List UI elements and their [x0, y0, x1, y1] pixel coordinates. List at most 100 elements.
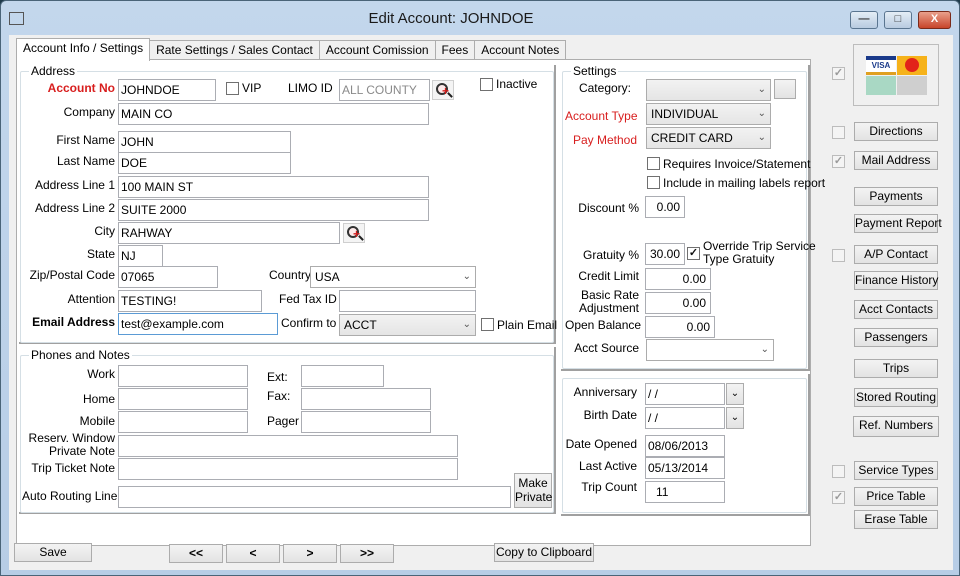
tab-account-commission[interactable]: Account Comission	[318, 40, 436, 60]
trip-count-input[interactable]: 11	[645, 481, 725, 503]
basic-rate-adjustment-input[interactable]: 0.00	[645, 292, 711, 314]
tab-account-info[interactable]: Account Info / Settings	[16, 38, 151, 61]
date-opened-input[interactable]: 08/06/2013	[645, 435, 725, 457]
email-input[interactable]: test@example.com	[118, 313, 278, 335]
account-no-input[interactable]: JOHNDOE	[118, 79, 216, 101]
gratuity-input[interactable]: 30.00	[645, 243, 685, 265]
acct-source-label: Acct Source	[574, 341, 639, 355]
limo-id-input[interactable]: ALL COUNTY	[339, 79, 430, 101]
pay-method-select[interactable]: CREDIT CARD ⌄	[646, 127, 771, 149]
anniversary-input[interactable]: / /	[645, 383, 725, 405]
first-record-button[interactable]: <<	[169, 544, 223, 563]
city-input[interactable]: RAHWAY	[118, 222, 340, 244]
make-private-button[interactable]: Make Private	[514, 473, 552, 508]
open-balance-input[interactable]: 0.00	[645, 316, 715, 338]
finance-history-button[interactable]: Finance History	[854, 271, 938, 290]
edit-account-window: Edit Account: JOHNDOE — □ X Account Info…	[0, 0, 960, 576]
first-name-input[interactable]: JOHN	[118, 131, 291, 153]
passengers-button[interactable]: Passengers	[854, 328, 938, 347]
inactive-label: Inactive	[496, 77, 538, 91]
ap-contact-button[interactable]: A/P Contact	[854, 245, 938, 264]
copy-to-clipboard-button[interactable]: Copy to Clipboard	[494, 543, 594, 562]
payment-report-button[interactable]: Payment Report	[854, 214, 942, 233]
address-line1-input[interactable]: 100 MAIN ST	[118, 176, 429, 198]
pager-input[interactable]	[301, 411, 431, 433]
state-input[interactable]: NJ	[118, 245, 163, 267]
attention-label: Attention	[67, 292, 115, 306]
mail-address-button[interactable]: Mail Address	[854, 151, 938, 170]
acct-source-select[interactable]: ⌄	[646, 339, 774, 361]
category-extra-button[interactable]	[774, 79, 796, 99]
title-bar[interactable]: Edit Account: JOHNDOE — □ X	[1, 1, 959, 35]
credit-limit-input[interactable]: 0.00	[645, 268, 711, 290]
birth-date-input[interactable]: / /	[645, 407, 725, 429]
close-button[interactable]: X	[918, 11, 951, 29]
price-table-button[interactable]: Price Table	[854, 487, 938, 506]
mailing-labels-label: Include in mailing labels report	[663, 176, 826, 190]
acct-contacts-button[interactable]: Acct Contacts	[854, 300, 938, 319]
mobile-phone-input[interactable]	[118, 411, 248, 433]
plain-email-label: Plain Email	[497, 318, 558, 332]
fax-input[interactable]	[301, 388, 431, 410]
reserv-window-label-line1: Reserv. Window	[28, 431, 115, 445]
city-lookup-button[interactable]: +	[343, 223, 365, 243]
ext-input[interactable]	[301, 365, 384, 387]
confirm-to-select[interactable]: ACCT ⌄	[339, 314, 476, 336]
discount-input[interactable]: 0.00	[645, 196, 685, 218]
requires-invoice-label: Requires Invoice/Statement	[663, 157, 811, 171]
settings-legend: Settings	[571, 64, 619, 78]
tab-rate-settings[interactable]: Rate Settings / Sales Contact	[149, 40, 320, 60]
trips-button[interactable]: Trips	[854, 359, 938, 378]
override-gratuity-checkbox[interactable]: ✓	[687, 247, 700, 260]
home-phone-input[interactable]	[118, 388, 248, 410]
service-types-button[interactable]: Service Types	[854, 461, 938, 480]
directions-checkbox[interactable]	[832, 126, 845, 139]
vip-checkbox[interactable]	[226, 82, 239, 95]
country-select[interactable]: USA ⌄	[310, 266, 476, 288]
visa-card-icon: VISA	[866, 56, 896, 75]
save-button[interactable]: Save	[14, 543, 92, 562]
maximize-button[interactable]: □	[884, 11, 912, 29]
address-line2-input[interactable]: SUITE 2000	[118, 199, 429, 221]
account-type-select[interactable]: INDIVIDUAL ⌄	[646, 103, 771, 125]
ref-numbers-button[interactable]: Ref. Numbers	[853, 416, 939, 437]
ap-contact-checkbox[interactable]	[832, 249, 845, 262]
birth-date-dropdown-button[interactable]: ⌄	[726, 407, 744, 429]
limo-id-lookup-button[interactable]: +	[432, 80, 454, 100]
erase-table-button[interactable]: Erase Table	[854, 510, 938, 529]
attention-input[interactable]: TESTING!	[118, 290, 262, 312]
inactive-checkbox[interactable]	[480, 78, 493, 91]
plain-email-checkbox[interactable]	[481, 318, 494, 331]
mailing-labels-checkbox[interactable]	[647, 176, 660, 189]
next-record-button[interactable]: >	[283, 544, 337, 563]
basic-rate-label-line1: Basic Rate	[580, 288, 639, 302]
reserv-window-note-input[interactable]	[118, 435, 458, 457]
price-table-checkbox[interactable]: ✓	[832, 491, 845, 504]
last-active-input[interactable]: 05/13/2014	[645, 457, 725, 479]
payments-button[interactable]: Payments	[854, 187, 938, 206]
anniversary-label: Anniversary	[573, 385, 637, 399]
category-select[interactable]: ⌄	[646, 79, 771, 101]
previous-record-button[interactable]: <	[226, 544, 280, 563]
company-input[interactable]: MAIN CO	[118, 103, 429, 125]
phones-legend: Phones and Notes	[29, 348, 132, 362]
fed-tax-id-input[interactable]	[339, 290, 476, 312]
last-record-button[interactable]: >>	[340, 544, 394, 563]
tab-fees[interactable]: Fees	[434, 40, 476, 60]
zip-input[interactable]: 07065	[118, 266, 218, 288]
mail-address-checkbox[interactable]: ✓	[832, 155, 845, 168]
minimize-button[interactable]: —	[850, 11, 878, 29]
credit-cards-button[interactable]: VISA	[853, 44, 939, 106]
service-types-checkbox[interactable]	[832, 465, 845, 478]
work-phone-input[interactable]	[118, 365, 248, 387]
fax-label: Fax:	[267, 389, 291, 403]
requires-invoice-checkbox[interactable]	[647, 157, 660, 170]
last-name-input[interactable]: DOE	[118, 152, 291, 174]
anniversary-dropdown-button[interactable]: ⌄	[726, 383, 744, 405]
trip-ticket-note-input[interactable]	[118, 458, 458, 480]
auto-routing-line-input[interactable]	[118, 486, 511, 508]
credit-cards-checkbox[interactable]: ✓	[832, 67, 845, 80]
stored-routing-button[interactable]: Stored Routing	[854, 388, 938, 407]
directions-button[interactable]: Directions	[854, 122, 938, 141]
tab-account-notes[interactable]: Account Notes	[474, 40, 567, 60]
